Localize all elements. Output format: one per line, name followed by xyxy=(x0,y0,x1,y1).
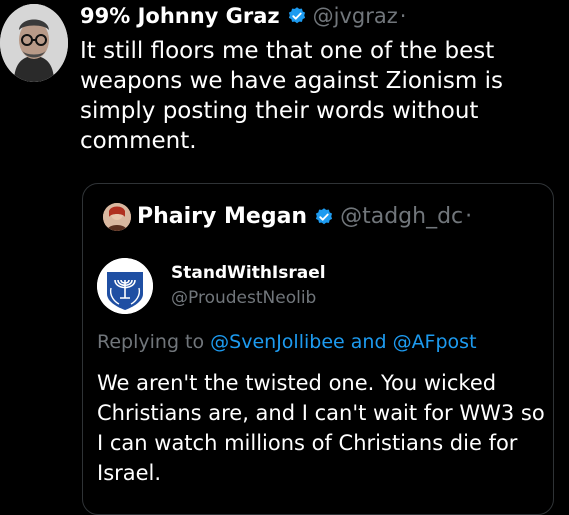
replying-to-line: Replying to @SvenJollibee and @AFpost xyxy=(97,329,477,355)
quoted-author-avatar[interactable] xyxy=(103,203,131,231)
israel-emblem-icon xyxy=(97,258,153,314)
verified-badge-icon xyxy=(287,6,307,26)
separator-dot: · xyxy=(399,4,407,28)
embedded-author-display-name: StandWithIsrael xyxy=(171,263,326,283)
quoted-author-handle[interactable]: @tadgh_dc xyxy=(340,202,463,232)
embedded-tweet-text: We aren't the twisted one. You wicked Ch… xyxy=(97,371,545,485)
quoted-tweet-card[interactable]: Phairy Megan @tadgh_dc · StandWithIsrael… xyxy=(82,183,554,515)
mention-conjunction: and xyxy=(350,331,387,353)
quoted-tweet-header: Phairy Megan @tadgh_dc · xyxy=(103,202,472,232)
tweet-text: It still floors me that one of the best … xyxy=(80,38,503,154)
tweet-header: 99% Johnny Graz @jvgraz · xyxy=(80,2,406,30)
mention-link: @AFpost xyxy=(392,331,477,353)
author-handle[interactable]: @jvgraz xyxy=(313,2,398,30)
embedded-author-avatar xyxy=(97,258,153,314)
person-avatar-icon xyxy=(0,4,68,82)
replying-prefix: Replying to xyxy=(97,331,205,353)
quoted-author-display-name[interactable]: Phairy Megan xyxy=(137,202,307,232)
verified-badge-icon xyxy=(314,207,334,227)
separator-dot: · xyxy=(465,204,473,229)
mention-link: @SvenJollibee xyxy=(210,331,345,353)
embedded-author-handle: @ProudestNeolib xyxy=(171,288,317,308)
author-display-name[interactable]: 99% Johnny Graz xyxy=(80,2,280,30)
person-avatar-icon xyxy=(103,203,131,231)
author-avatar[interactable] xyxy=(0,4,68,82)
